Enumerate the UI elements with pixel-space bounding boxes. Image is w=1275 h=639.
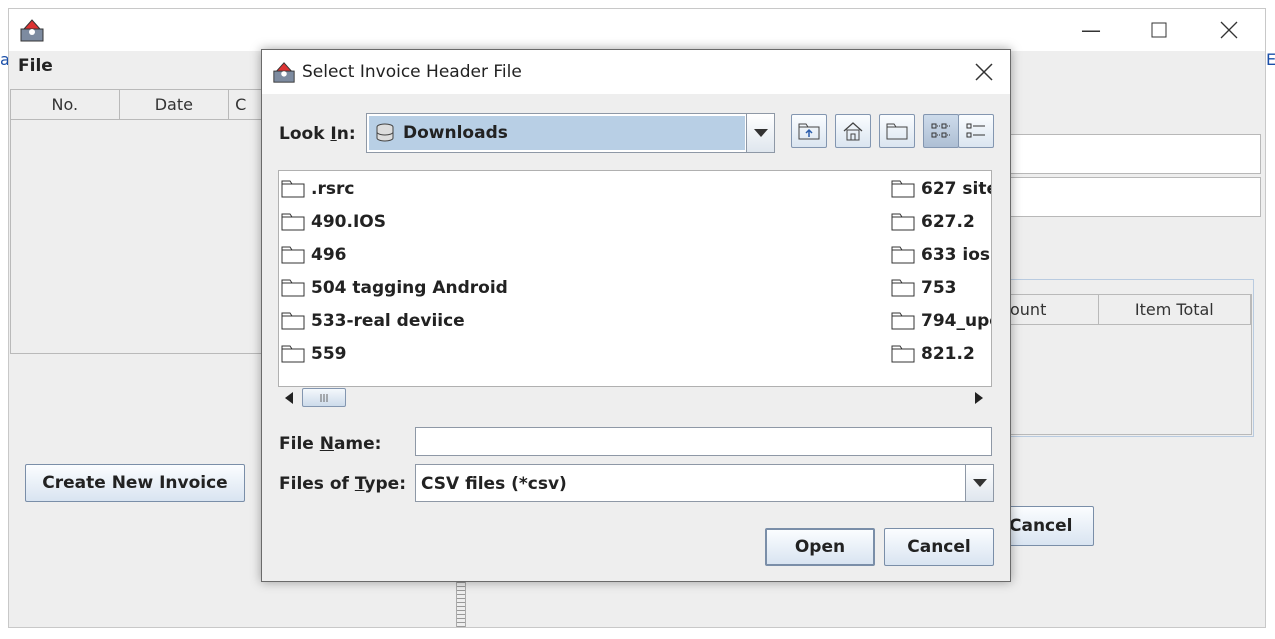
list-view-button[interactable] bbox=[923, 114, 959, 148]
details-view-icon bbox=[966, 123, 985, 138]
menu-file[interactable]: File bbox=[18, 56, 53, 76]
scroll-right-icon[interactable] bbox=[968, 387, 990, 408]
dialog-title-bar: Select Invoice Header File bbox=[262, 50, 1010, 94]
list-item[interactable]: 753 bbox=[891, 278, 957, 298]
list-item[interactable]: 533-real deviice bbox=[281, 311, 465, 331]
file-list[interactable]: .rsrc 490.IOS 496 504 tagging Android 53… bbox=[278, 170, 992, 408]
list-item[interactable]: 794_upc bbox=[891, 311, 992, 331]
files-of-type-value: CSV files (*csv) bbox=[421, 474, 567, 494]
look-in-selection: Downloads bbox=[369, 116, 745, 150]
java-app-icon bbox=[273, 62, 295, 83]
list-item[interactable]: 627 site bbox=[891, 179, 992, 199]
folder-icon bbox=[281, 312, 305, 330]
folder-icon bbox=[281, 279, 305, 297]
invoice-table-header: No. Date C bbox=[11, 90, 269, 120]
list-item[interactable]: 559 bbox=[281, 344, 347, 364]
main-cancel-button[interactable]: Cancel bbox=[1004, 506, 1094, 546]
file-chooser-dialog: Select Invoice Header File Look In: Down… bbox=[261, 49, 1011, 582]
list-item[interactable]: 496 bbox=[281, 245, 347, 265]
list-view-icon bbox=[931, 123, 950, 138]
file-name: 633 ios bbox=[921, 245, 991, 265]
title-bar: — bbox=[9, 9, 1265, 51]
minimize-icon[interactable]: — bbox=[1061, 9, 1121, 51]
split-divider[interactable] bbox=[456, 579, 466, 627]
list-item[interactable]: 504 tagging Android bbox=[281, 278, 508, 298]
files-of-type-dropdown-arrow[interactable] bbox=[965, 465, 993, 501]
cancel-button[interactable]: Cancel bbox=[884, 528, 994, 566]
list-item[interactable]: 627.2 bbox=[891, 212, 975, 232]
details-view-button[interactable] bbox=[958, 114, 994, 148]
look-in-dropdown-arrow[interactable] bbox=[746, 114, 774, 152]
list-item[interactable]: 633 ios bbox=[891, 245, 990, 265]
dialog-close-icon[interactable] bbox=[974, 62, 996, 84]
folder-icon bbox=[891, 345, 915, 363]
home-button[interactable] bbox=[835, 114, 871, 148]
column-count[interactable]: ount bbox=[1010, 295, 1099, 325]
up-folder-button[interactable] bbox=[791, 114, 827, 148]
look-in-combo[interactable]: Downloads bbox=[366, 113, 775, 153]
file-name: 821.2 bbox=[921, 344, 975, 364]
files-of-type-combo[interactable]: CSV files (*csv) bbox=[415, 464, 994, 502]
file-name: 794_upc bbox=[921, 311, 992, 331]
right-text-field-2[interactable] bbox=[1009, 177, 1261, 217]
column-date[interactable]: Date bbox=[119, 90, 230, 120]
drive-icon bbox=[376, 123, 394, 142]
invoice-table[interactable]: No. Date C bbox=[10, 89, 270, 354]
file-name: .rsrc bbox=[311, 179, 355, 199]
files-of-type-label: Files of Type: bbox=[279, 474, 407, 494]
horizontal-scrollbar[interactable] bbox=[278, 386, 992, 408]
column-item-total[interactable]: Item Total bbox=[1098, 295, 1251, 325]
java-app-icon bbox=[20, 19, 44, 42]
folder-icon bbox=[281, 345, 305, 363]
file-name: 504 tagging Android bbox=[311, 278, 508, 298]
up-folder-icon bbox=[798, 123, 820, 140]
home-icon bbox=[843, 122, 863, 141]
file-name: 496 bbox=[311, 245, 347, 265]
create-new-invoice-button[interactable]: Create New Invoice bbox=[25, 464, 245, 502]
folder-icon bbox=[891, 279, 915, 297]
new-folder-button[interactable] bbox=[879, 114, 915, 148]
column-no[interactable]: No. bbox=[11, 90, 120, 120]
scroll-left-icon[interactable] bbox=[278, 387, 300, 408]
file-name: 490.IOS bbox=[311, 212, 386, 232]
file-name-label: File Name: bbox=[279, 434, 382, 454]
list-item[interactable]: 821.2 bbox=[891, 344, 975, 364]
right-text-field-1[interactable] bbox=[1009, 134, 1261, 174]
look-in-value: Downloads bbox=[403, 123, 508, 143]
look-in-label: Look In: bbox=[279, 124, 356, 144]
list-item[interactable]: 490.IOS bbox=[281, 212, 386, 232]
maximize-icon[interactable] bbox=[1129, 9, 1189, 51]
file-name-input[interactable] bbox=[415, 427, 992, 456]
scroll-thumb[interactable] bbox=[302, 388, 346, 407]
folder-icon bbox=[281, 213, 305, 231]
close-window-icon[interactable] bbox=[1199, 9, 1259, 51]
list-item[interactable]: .rsrc bbox=[281, 179, 354, 199]
bg-fragment-right: E bbox=[1266, 50, 1275, 69]
new-folder-icon bbox=[886, 123, 908, 140]
folder-icon bbox=[891, 213, 915, 231]
file-name: 753 bbox=[921, 278, 957, 298]
folder-icon bbox=[891, 180, 915, 198]
dialog-title: Select Invoice Header File bbox=[302, 62, 522, 82]
line-items-header: ount Item Total bbox=[1010, 295, 1251, 325]
line-items-table[interactable]: ount Item Total bbox=[1009, 294, 1252, 435]
folder-icon bbox=[891, 312, 915, 330]
folder-icon bbox=[281, 180, 305, 198]
file-name: 627.2 bbox=[921, 212, 975, 232]
file-name: 627 site bbox=[921, 179, 992, 199]
folder-icon bbox=[281, 246, 305, 264]
folder-icon bbox=[891, 246, 915, 264]
open-button[interactable]: Open bbox=[765, 528, 875, 566]
file-name: 533-real deviice bbox=[311, 311, 465, 331]
file-name: 559 bbox=[311, 344, 347, 364]
